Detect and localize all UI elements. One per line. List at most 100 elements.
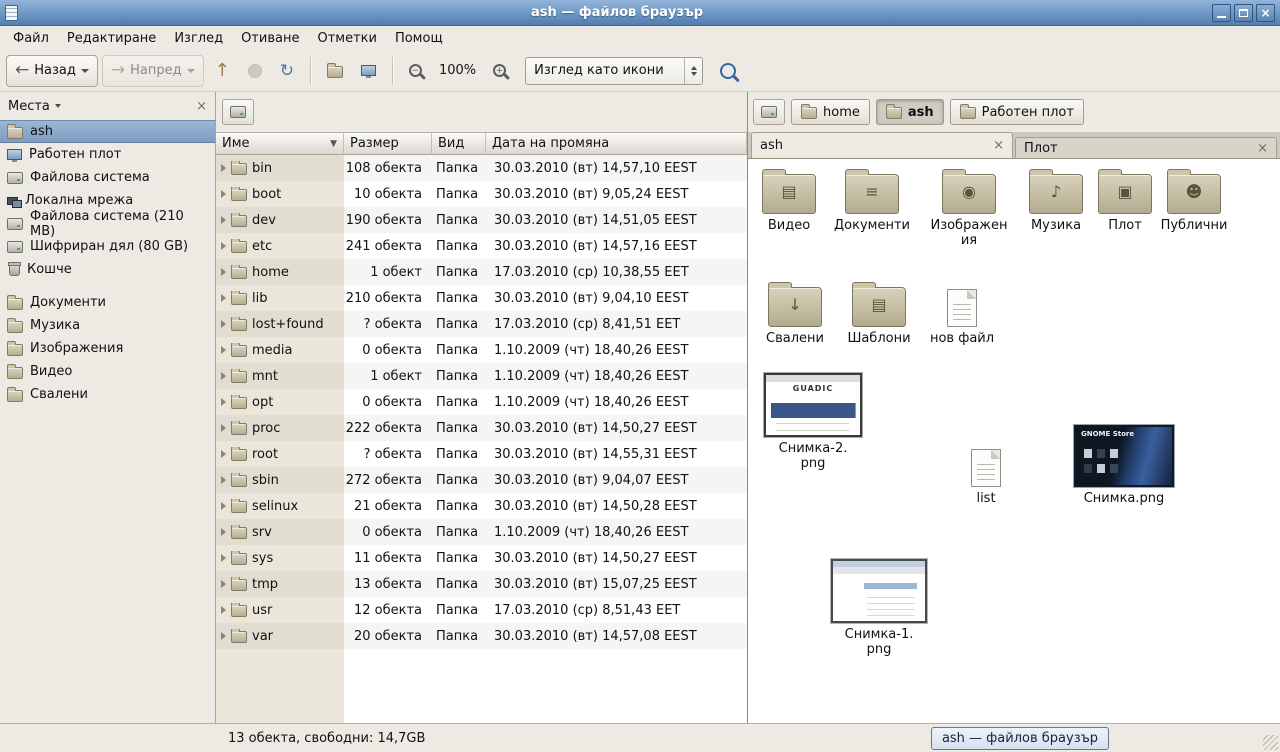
table-row[interactable]: root ? обекта Папка 30.03.2010 (вт) 14,5… [216,441,747,467]
menu-item[interactable]: Отметки [308,29,385,48]
expander-icon[interactable] [221,346,226,354]
expander-icon[interactable] [221,320,226,328]
sidebar-item[interactable]: Кошче [0,258,215,281]
expander-icon[interactable] [221,372,226,380]
table-row[interactable]: lib 210 обекта Папка 30.03.2010 (вт) 9,0… [216,285,747,311]
table-row[interactable]: sys 11 обекта Папка 30.03.2010 (вт) 14,5… [216,545,747,571]
back-history-caret-icon[interactable] [81,69,89,73]
table-row[interactable]: mnt 1 обект Папка 1.10.2009 (чт) 18,40,2… [216,363,747,389]
zoom-out-button[interactable]: − [402,55,429,87]
zoom-level[interactable]: 100% [433,63,482,78]
expander-icon[interactable] [221,268,226,276]
up-button[interactable]: ↑ [208,55,237,87]
expander-icon[interactable] [221,216,226,224]
pathbar-button[interactable]: ash [876,99,944,125]
icon-item[interactable]: Снимка-1.png [828,559,930,657]
menu-item[interactable]: Редактиране [58,29,165,48]
sidebar-item[interactable]: ash [0,120,215,143]
home-button[interactable] [320,55,350,87]
column-header-size[interactable]: Размер [344,133,432,155]
icon-item[interactable]: ↓ Свалени [754,280,836,346]
icon-item[interactable]: ▤ Видео [748,167,830,233]
icon-item[interactable]: list [945,440,1027,506]
maximize-button[interactable] [1234,4,1253,22]
view-mode-spinner[interactable] [684,58,702,84]
table-row[interactable]: var 20 обекта Папка 30.03.2010 (вт) 14,5… [216,623,747,649]
column-header-type[interactable]: Вид [432,133,486,155]
icon-item[interactable]: ≡ Документи [831,167,913,233]
sidebar-item[interactable]: Изображения [0,337,215,360]
tab-close-button[interactable]: × [1257,141,1268,156]
icon-item[interactable]: GUADIC Снимка-2.png [762,373,864,471]
table-row[interactable]: sbin 272 обекта Папка 30.03.2010 (вт) 9,… [216,467,747,493]
table-row[interactable]: usr 12 обекта Папка 17.03.2010 (ср) 8,51… [216,597,747,623]
sidebar-item[interactable]: Документи [0,291,215,314]
table-row[interactable]: proc 222 обекта Папка 30.03.2010 (вт) 14… [216,415,747,441]
table-row[interactable]: lost+found ? обекта Папка 17.03.2010 (ср… [216,311,747,337]
expander-icon[interactable] [221,502,226,510]
expander-icon[interactable] [221,632,226,640]
table-row[interactable]: srv 0 обекта Папка 1.10.2009 (чт) 18,40,… [216,519,747,545]
sidebar-item[interactable]: Файлова система [0,166,215,189]
sidebar-title[interactable]: Места [8,99,50,114]
tab[interactable]: Плот × [1015,137,1277,158]
table-row[interactable]: selinux 21 обекта Папка 30.03.2010 (вт) … [216,493,747,519]
column-header-name[interactable]: Име ▼ [216,133,344,155]
table-row[interactable]: opt 0 обекта Папка 1.10.2009 (чт) 18,40,… [216,389,747,415]
close-button[interactable]: × [1256,4,1275,22]
table-row[interactable]: boot 10 обекта Папка 30.03.2010 (вт) 9,0… [216,181,747,207]
table-row[interactable]: bin 108 обекта Папка 30.03.2010 (вт) 14,… [216,155,747,181]
icon-item[interactable]: ☻ Публични [1153,167,1235,233]
resize-grip[interactable] [1263,735,1278,750]
table-row[interactable]: tmp 13 обекта Папка 30.03.2010 (вт) 15,0… [216,571,747,597]
expander-icon[interactable] [221,190,226,198]
pathbar-button[interactable]: home [791,99,870,125]
sidebar-close-button[interactable]: × [196,99,207,114]
zoom-in-button[interactable]: + [486,55,513,87]
taskbar-window-button[interactable]: ash — файлов браузър [931,727,1109,750]
computer-button[interactable] [354,55,383,87]
pathbar-button[interactable]: Работен плот [950,99,1084,125]
icon-item[interactable]: ▤ Шаблони [838,280,920,346]
table-row[interactable]: etc 241 обекта Папка 30.03.2010 (вт) 14,… [216,233,747,259]
tab-close-button[interactable]: × [993,138,1004,153]
expander-icon[interactable] [221,476,226,484]
icon-item[interactable]: ◉ Изображения [928,167,1010,248]
reload-button[interactable]: ↻ [273,55,301,87]
back-button[interactable]: ← Назад [6,55,98,87]
expander-icon[interactable] [221,450,226,458]
forward-button[interactable]: → Напред [102,55,204,87]
sidebar-item[interactable]: Файлова система (210 MB) [0,212,215,235]
pane-location-button[interactable] [753,99,785,125]
menu-item[interactable]: Помощ [386,29,452,48]
expander-icon[interactable] [221,606,226,614]
expander-icon[interactable] [221,528,226,536]
menu-item[interactable]: Изглед [165,29,232,48]
expander-icon[interactable] [221,294,226,302]
view-mode-select[interactable]: Изглед като икони [525,57,703,85]
table-row[interactable]: dev 190 обекта Папка 30.03.2010 (вт) 14,… [216,207,747,233]
sidebar-item[interactable]: Музика [0,314,215,337]
sidebar-item[interactable]: Шифриран дял (80 GB) [0,235,215,258]
column-header-date[interactable]: Дата на промяна [486,133,747,155]
menu-item[interactable]: Отиване [232,29,308,48]
pane-location-button[interactable] [222,99,254,125]
stop-button[interactable] [241,55,269,87]
sidebar-item[interactable]: Свалени [0,383,215,406]
tab[interactable]: ash × [751,132,1013,158]
menu-item[interactable]: Файл [4,29,58,48]
sidebar-combo-arrow-icon[interactable] [55,104,61,108]
icon-view[interactable]: ▤ Видео ≡ Документи [748,159,1280,723]
minimize-button[interactable] [1212,4,1231,22]
expander-icon[interactable] [221,424,226,432]
sidebar-item[interactable]: Видео [0,360,215,383]
expander-icon[interactable] [221,398,226,406]
sidebar-item[interactable]: Работен плот [0,143,215,166]
expander-icon[interactable] [221,164,226,172]
table-row[interactable]: home 1 обект Папка 17.03.2010 (ср) 10,38… [216,259,747,285]
expander-icon[interactable] [221,580,226,588]
table-row[interactable]: media 0 обекта Папка 1.10.2009 (чт) 18,4… [216,337,747,363]
search-button[interactable] [713,55,743,87]
expander-icon[interactable] [221,242,226,250]
icon-item[interactable]: нов файл [921,280,1003,346]
